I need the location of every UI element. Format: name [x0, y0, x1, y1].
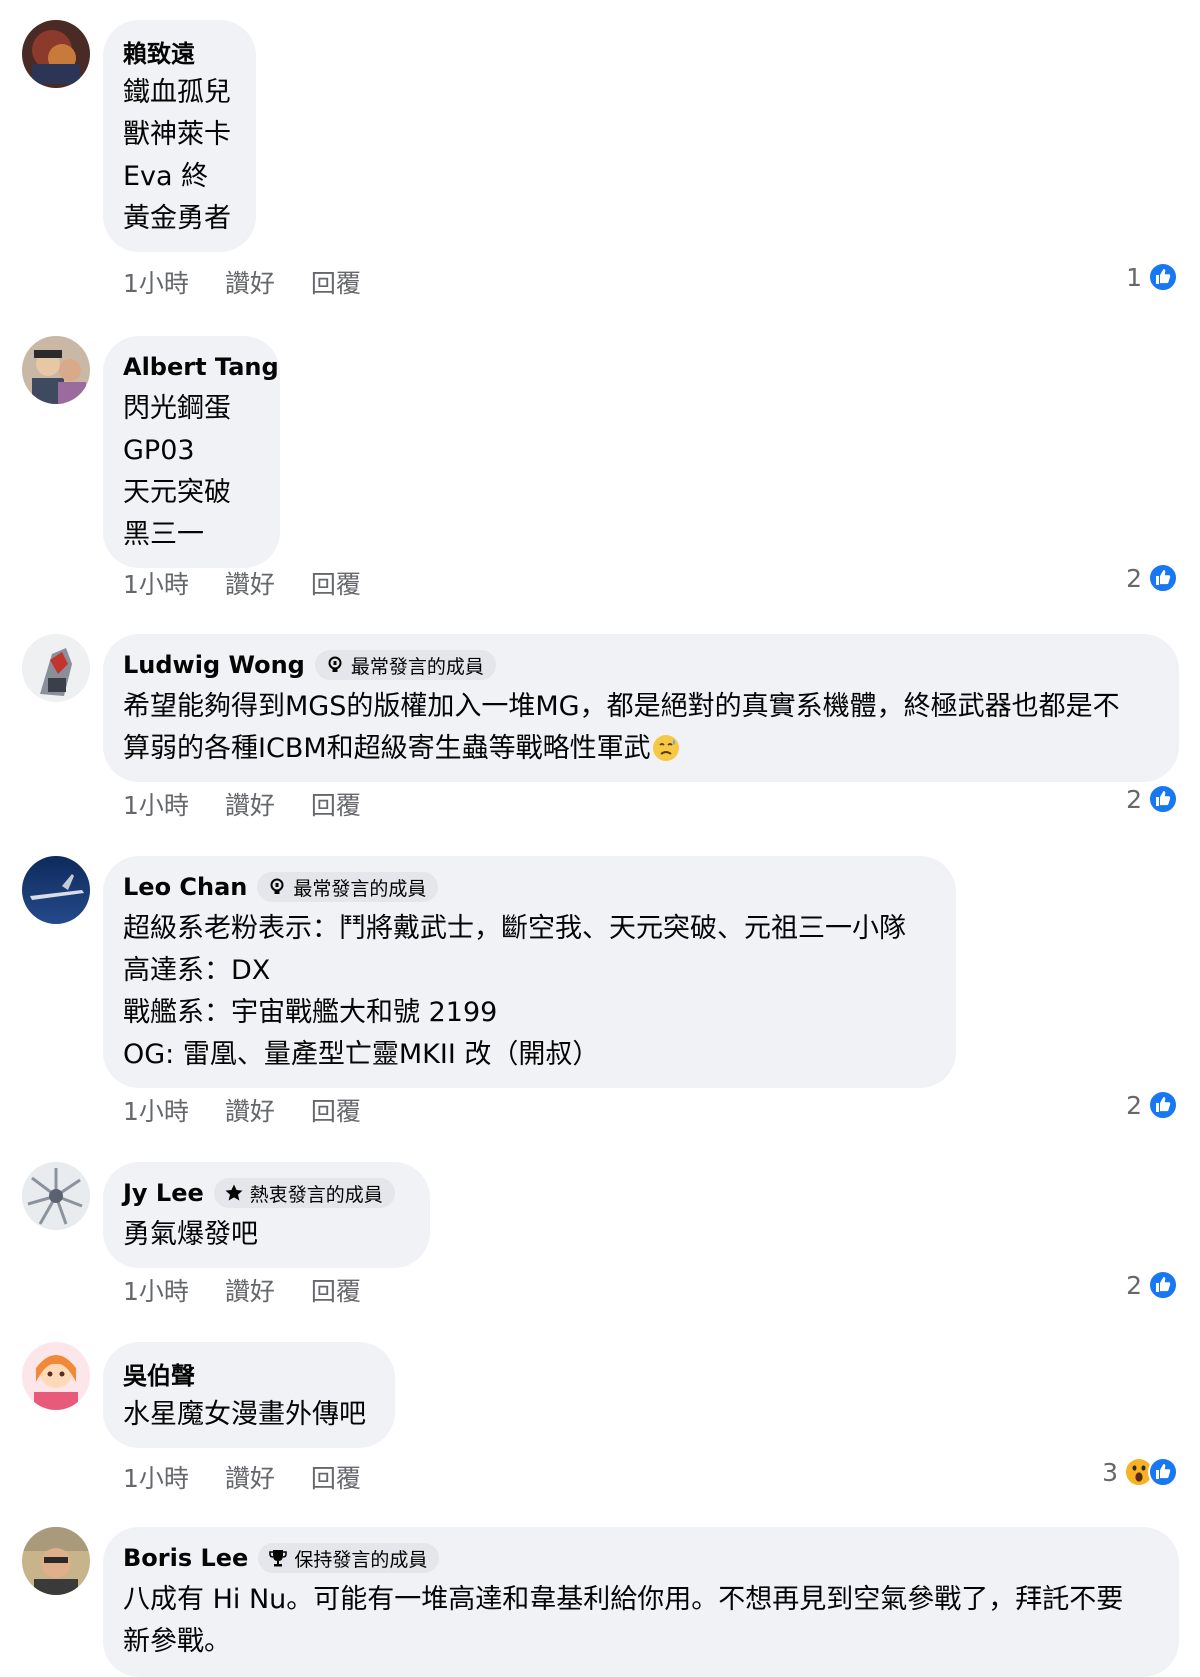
like-button[interactable]: 讚好 [225, 1459, 275, 1495]
comment-timestamp[interactable]: 1小時 [123, 565, 189, 601]
member-badge[interactable]: 最常發言的成員 [314, 650, 496, 680]
comment-text-line: 水星魔女漫畫外傳吧 [123, 1399, 366, 1430]
comment-author[interactable]: Jy Lee [123, 1179, 204, 1207]
reaction-count: 1 [1126, 262, 1142, 292]
like-reaction-icon [1148, 1270, 1178, 1300]
comment-actions: 1小時 讚好 回覆 [123, 1270, 361, 1310]
star-icon [225, 1184, 243, 1201]
reaction-count: 2 [1126, 1090, 1142, 1120]
comment-bubble: 吳伯聲 水星魔女漫畫外傳吧 [103, 1342, 395, 1448]
comment-text-line: 獸神萊卡 [123, 119, 231, 150]
comment-text-line: 希望能夠得到MGS的版權加入一堆MG，都是絕對的真實系機體，終極武器也都是不 [123, 691, 1120, 722]
reaction-summary[interactable]: 2 [1126, 779, 1178, 819]
comment-text-line: OG: 雷凰、量產型亡靈MKII 改（開叔） [123, 1039, 600, 1070]
comment-text-line: 戰艦系：宇宙戰艦大和號 2199 [123, 997, 498, 1028]
comment-author[interactable]: 賴致遠 [123, 34, 195, 69]
like-reaction-icon [1148, 262, 1178, 292]
member-badge-label: 最常發言的成員 [293, 877, 427, 900]
comment-actions: 1小時 讚好 回覆 [123, 563, 361, 603]
trophy-icon [269, 1550, 288, 1567]
comment-text: 算弱的各種ICBM和超級寄生蟲等戰略性軍武 [123, 733, 651, 764]
reaction-count: 3 [1102, 1457, 1118, 1487]
like-reaction-icon [1148, 1457, 1178, 1487]
comment-actions: 1小時 讚好 回覆 [123, 262, 361, 302]
avatar[interactable] [22, 856, 90, 924]
avatar[interactable] [22, 20, 90, 88]
comment-text-line: 算弱的各種ICBM和超級寄生蟲等戰略性軍武 [123, 728, 1157, 770]
avatar[interactable] [22, 1162, 90, 1230]
comment-bubble: Ludwig Wong 最常發言的成員 希望能夠得到MGS的版權加入一堆MG，都… [103, 634, 1179, 782]
like-button[interactable]: 讚好 [225, 264, 275, 300]
comment-text-line: Eva 終 [123, 161, 209, 192]
reaction-summary[interactable]: 1 [1126, 257, 1178, 297]
reply-button[interactable]: 回覆 [311, 1459, 361, 1495]
comment-bubble: Jy Lee 熱衷發言的成員 勇氣爆發吧 [103, 1162, 430, 1268]
member-badge-label: 最常發言的成員 [350, 655, 484, 678]
reply-button[interactable]: 回覆 [311, 264, 361, 300]
reaction-count: 2 [1126, 784, 1142, 814]
member-badge[interactable]: 保持發言的成員 [258, 1543, 440, 1573]
member-badge[interactable]: 熱衷發言的成員 [213, 1178, 395, 1208]
comment-text-line: 勇氣爆發吧 [123, 1219, 258, 1250]
avatar[interactable] [22, 1342, 90, 1410]
comment-author[interactable]: Leo Chan [123, 873, 247, 901]
like-reaction-icon [1148, 784, 1178, 814]
reaction-summary[interactable]: 2 [1126, 558, 1178, 598]
comment-text-line: 超級系老粉表示：鬥將戴武士，斷空我、天元突破、元祖三一小隊 [123, 913, 906, 944]
reply-button[interactable]: 回覆 [311, 1272, 361, 1308]
comment-text-line: 高達系：DX [123, 955, 271, 986]
comment-timestamp[interactable]: 1小時 [123, 264, 189, 300]
comment-text-line: 新參戰。 [123, 1626, 231, 1657]
comment-bubble: Albert Tang 閃光鋼蛋 GP03 天元突破 黑三一 [103, 336, 280, 568]
comment-author[interactable]: 吳伯聲 [123, 1356, 195, 1391]
comment-timestamp[interactable]: 1小時 [123, 1459, 189, 1495]
reaction-count: 2 [1126, 1270, 1142, 1300]
comment-text-line: 八成有 Hi Nu。可能有一堆高達和韋基利給你用。不想再見到空氣參戰了，拜託不要 [123, 1584, 1124, 1615]
comment-bubble: Leo Chan 最常發言的成員 超級系老粉表示：鬥將戴武士，斷空我、天元突破、… [103, 856, 956, 1088]
like-button[interactable]: 讚好 [225, 1092, 275, 1128]
lightbulb-icon [270, 878, 284, 894]
reaction-summary[interactable]: 2 [1126, 1265, 1178, 1305]
like-reaction-icon [1148, 1090, 1178, 1120]
comment-timestamp[interactable]: 1小時 [123, 786, 189, 822]
like-button[interactable]: 讚好 [225, 565, 275, 601]
member-badge-label: 熱衷發言的成員 [249, 1183, 383, 1206]
comment-text-line: GP03 [123, 435, 195, 466]
comment-text-line: 閃光鋼蛋 [123, 393, 231, 424]
reply-button[interactable]: 回覆 [311, 786, 361, 822]
lightbulb-icon [328, 656, 342, 672]
comment-timestamp[interactable]: 1小時 [123, 1092, 189, 1128]
avatar[interactable] [22, 634, 90, 702]
comment-actions: 1小時 讚好 回覆 [123, 1457, 361, 1497]
comment-actions: 1小時 讚好 回覆 [123, 784, 361, 824]
reaction-summary[interactable]: 3 [1102, 1452, 1178, 1492]
reaction-count: 2 [1126, 563, 1142, 593]
comment-text-line: 鐵血孤兒 [123, 77, 231, 108]
like-reaction-icon [1148, 563, 1178, 593]
comment-text-line: 黑三一 [123, 519, 204, 550]
comment-author[interactable]: Albert Tang [123, 353, 279, 381]
comment-author[interactable]: Ludwig Wong [123, 651, 305, 679]
avatar[interactable] [22, 336, 90, 404]
comment-author[interactable]: Boris Lee [123, 1544, 248, 1572]
reply-button[interactable]: 回覆 [311, 1092, 361, 1128]
avatar[interactable] [22, 1527, 90, 1595]
like-button[interactable]: 讚好 [225, 786, 275, 822]
comment-bubble: 賴致遠 鐵血孤兒 獸神萊卡 Eva 終 黃金勇者 [103, 20, 256, 252]
comment-text-line: 天元突破 [123, 477, 231, 508]
sad-sweat-emoji-icon [652, 735, 679, 761]
like-button[interactable]: 讚好 [225, 1272, 275, 1308]
comment-text-line: 黃金勇者 [123, 203, 231, 234]
comment-actions: 1小時 讚好 回覆 [123, 1090, 361, 1130]
comment-timestamp[interactable]: 1小時 [123, 1272, 189, 1308]
reaction-summary[interactable]: 2 [1126, 1085, 1178, 1125]
reply-button[interactable]: 回覆 [311, 565, 361, 601]
member-badge[interactable]: 最常發言的成員 [257, 872, 439, 902]
member-badge-label: 保持發言的成員 [294, 1548, 428, 1571]
